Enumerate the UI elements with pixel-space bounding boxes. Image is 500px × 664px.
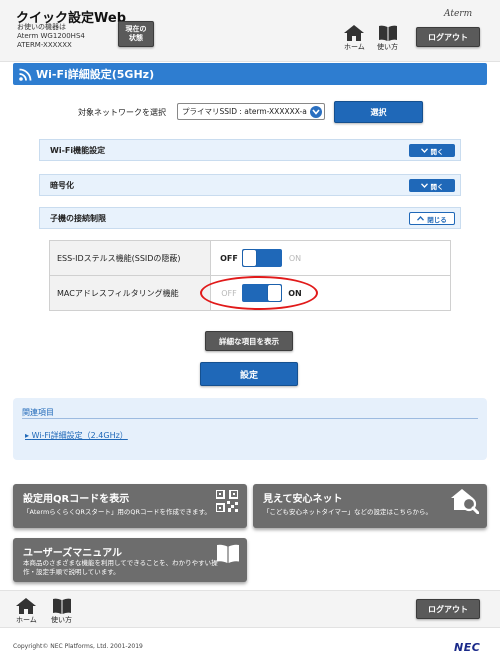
accordion-label: Wi-Fi機能設定 bbox=[50, 145, 106, 155]
wifi-icon bbox=[19, 68, 32, 81]
current-status-label: 現在の状態 bbox=[125, 25, 147, 42]
safe-net-tile[interactable]: 見えて安心ネット 「こども安心ネットタイマー」などの設定はこちらから。 bbox=[253, 484, 487, 528]
tile-title: 見えて安心ネット bbox=[263, 494, 343, 505]
toggle-on-label: ON bbox=[288, 253, 302, 263]
setting-row-mac-filter: MACアドレスフィルタリング機能 OFF ON bbox=[49, 275, 451, 311]
select-network-button[interactable]: 選択 bbox=[334, 101, 423, 123]
tile-description: 「こども安心ネットタイマー」などの設定はこちらから。 bbox=[263, 508, 432, 516]
divider bbox=[22, 418, 478, 419]
header: クイック設定Web お使いの機器は Aterm WG1200HS4 ATERM-… bbox=[0, 0, 500, 62]
footer-logout-button[interactable]: ログアウト bbox=[416, 599, 480, 619]
network-select-label: 対象ネットワークを選択 bbox=[78, 108, 166, 117]
close-button[interactable]: 閉じる bbox=[409, 212, 455, 225]
book-icon bbox=[217, 544, 239, 563]
guide-nav[interactable]: 使い方 bbox=[377, 25, 398, 52]
toggle-on-label: ON bbox=[288, 288, 302, 298]
home-nav[interactable]: ホーム bbox=[344, 25, 365, 52]
close-button-label: 閉じる bbox=[427, 215, 447, 224]
aterm-logo: Aterm bbox=[444, 9, 473, 19]
home-icon bbox=[16, 598, 37, 614]
toggle-switch[interactable] bbox=[242, 284, 282, 302]
accordion-label: 暗号化 bbox=[50, 180, 74, 190]
accordion-client-restriction[interactable]: 子機の接続制限 閉じる bbox=[39, 207, 461, 229]
footer-home-nav[interactable]: ホーム bbox=[16, 598, 37, 625]
user-manual-tile[interactable]: ユーザーズマニュアル 本商品のさまざまな機能を利用してできることを、わかりやすい… bbox=[13, 538, 247, 582]
device-model: Aterm WG1200HS4 bbox=[17, 32, 85, 40]
device-caption: お使いの機器は bbox=[17, 23, 66, 31]
footer-guide-nav[interactable]: 使い方 bbox=[51, 598, 72, 625]
tile-title: ユーザーズマニュアル bbox=[23, 548, 122, 559]
accordion-wifi-function[interactable]: Wi-Fi機能設定 開く bbox=[39, 139, 461, 161]
copyright: Copyright© NEC Platforms, Ltd. 2001-2019 bbox=[13, 643, 143, 650]
settings-table: ESS-IDステルス機能(SSIDの隠蔽) OFF ON MACアドレスフィルタ… bbox=[49, 240, 451, 311]
related-items: 関連項目 ▸ Wi-Fi詳細設定（2.4GHz） bbox=[13, 398, 487, 460]
open-button-label: 開く bbox=[430, 147, 444, 156]
guide-label: 使い方 bbox=[51, 616, 72, 624]
device-name: ATERM-XXXXXX bbox=[17, 41, 72, 49]
qr-code-icon bbox=[216, 490, 238, 512]
home-icon bbox=[344, 25, 365, 41]
guide-label: 使い方 bbox=[377, 43, 398, 51]
nec-logo: NEC bbox=[454, 641, 481, 654]
tile-description-line: 作・設定手順で説明しています。 bbox=[23, 568, 120, 576]
footer-bar: ホーム 使い方 ログアウト bbox=[0, 590, 500, 628]
chevron-down-icon bbox=[420, 148, 428, 153]
chevron-up-icon bbox=[417, 216, 425, 221]
open-button-label: 開く bbox=[430, 182, 444, 191]
home-search-icon bbox=[451, 489, 479, 514]
home-label: ホーム bbox=[344, 43, 365, 51]
network-select[interactable]: プライマリSSID : aterm-XXXXXX-a bbox=[177, 103, 325, 120]
chevron-down-icon bbox=[420, 183, 428, 188]
section-title: Wi-Fi詳細設定(5GHz) bbox=[36, 68, 155, 81]
device-info: お使いの機器は Aterm WG1200HS4 ATERM-XXXXXX bbox=[17, 23, 85, 50]
tile-description: 本商品のさまざまな機能を利用してできることを、わかりやすい操 作・設定手順で説明… bbox=[23, 559, 218, 577]
current-status-button[interactable]: 現在の状態 bbox=[118, 21, 154, 47]
stealth-toggle[interactable]: OFF ON bbox=[219, 249, 450, 267]
related-link-label: Wi-Fi詳細設定（2.4GHz） bbox=[31, 431, 128, 440]
accordion-encryption[interactable]: 暗号化 開く bbox=[39, 174, 461, 196]
show-details-button[interactable]: 詳細な項目を表示 bbox=[205, 331, 293, 351]
setting-control: OFF ON bbox=[210, 275, 451, 311]
accordion-label: 子機の接続制限 bbox=[50, 213, 106, 223]
related-heading: 関連項目 bbox=[22, 408, 54, 417]
tile-title: 設定用QRコードを表示 bbox=[23, 494, 130, 505]
network-select-value: プライマリSSID : aterm-XXXXXX-a bbox=[182, 107, 307, 116]
toggle-knob bbox=[268, 285, 281, 301]
tile-description-line: 本商品のさまざまな機能を利用してできることを、わかりやすい操 bbox=[23, 559, 218, 567]
section-title-bar: Wi-Fi詳細設定(5GHz) bbox=[13, 63, 487, 85]
logout-button[interactable]: ログアウト bbox=[416, 27, 480, 47]
toggle-switch[interactable] bbox=[242, 249, 282, 267]
open-button[interactable]: 開く bbox=[409, 144, 455, 157]
apply-button[interactable]: 設定 bbox=[200, 362, 298, 386]
mac-filter-toggle[interactable]: OFF ON bbox=[219, 284, 450, 302]
chevron-down-icon bbox=[310, 106, 322, 118]
qr-code-tile[interactable]: 設定用QRコードを表示 「AtermらくらくQRスタート」用のQRコードを作成で… bbox=[13, 484, 247, 528]
open-button[interactable]: 開く bbox=[409, 179, 455, 192]
setting-control: OFF ON bbox=[210, 240, 451, 276]
setting-name: MACアドレスフィルタリング機能 bbox=[49, 275, 211, 311]
related-link[interactable]: ▸ Wi-Fi詳細設定（2.4GHz） bbox=[25, 430, 128, 441]
home-label: ホーム bbox=[16, 616, 37, 624]
setting-name: ESS-IDステルス機能(SSIDの隠蔽) bbox=[49, 240, 211, 276]
book-icon bbox=[52, 598, 71, 614]
book-icon bbox=[378, 25, 397, 41]
toggle-off-label: OFF bbox=[220, 253, 238, 263]
toggle-knob bbox=[243, 250, 256, 266]
toggle-off-label: OFF bbox=[221, 288, 237, 298]
tile-description: 「AtermらくらくQRスタート」用のQRコードを作成できます。 bbox=[23, 508, 211, 516]
setting-row-stealth: ESS-IDステルス機能(SSIDの隠蔽) OFF ON bbox=[49, 240, 451, 276]
